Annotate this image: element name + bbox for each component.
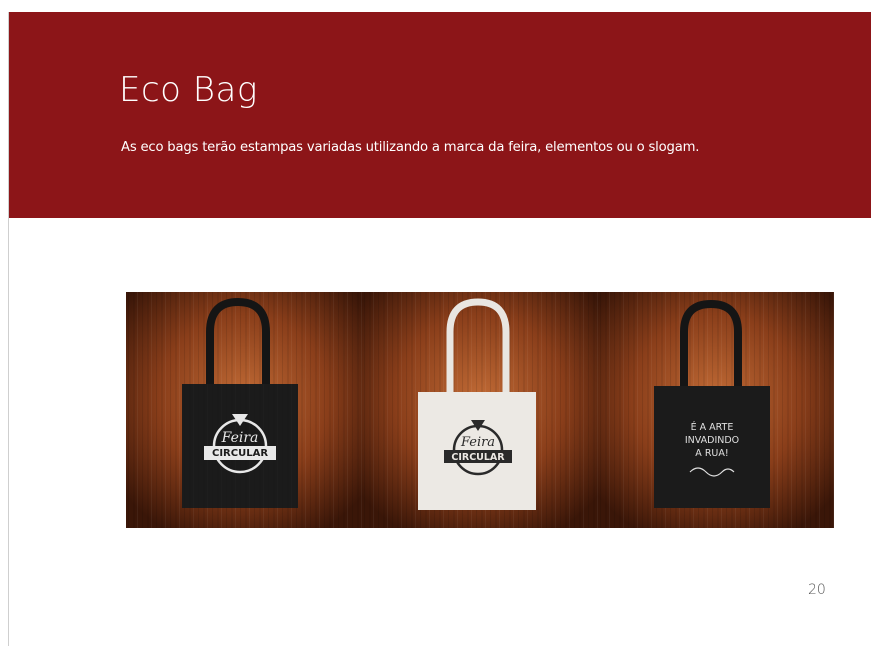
title-banner [9,12,871,218]
eco-bag-mockup-image: Feira CIRCULAR Feira CIRCULAR É A ARTE I… [126,292,834,528]
black-bag-logo-panel: Feira CIRCULAR [126,292,362,528]
slogan-line-3: A RUA! [695,448,728,459]
slogan-line-1: É A ARTE [691,421,734,433]
slide-description: As eco bags terão estampas variadas util… [121,140,700,155]
logo-top-text-2: Feira [460,435,495,450]
logo-bottom-text-1: CIRCULAR [212,448,268,459]
slide-title: Eco Bag [119,70,258,110]
logo-bottom-text-2: CIRCULAR [451,452,505,463]
white-bag-logo-panel: Feira CIRCULAR [362,292,598,528]
page-number: 20 [808,582,826,598]
logo-top-text-1: Feira [221,430,259,446]
black-bag-slogan-panel: É A ARTE INVADINDO A RUA! [598,292,834,528]
slogan-line-2: INVADINDO [685,435,739,446]
